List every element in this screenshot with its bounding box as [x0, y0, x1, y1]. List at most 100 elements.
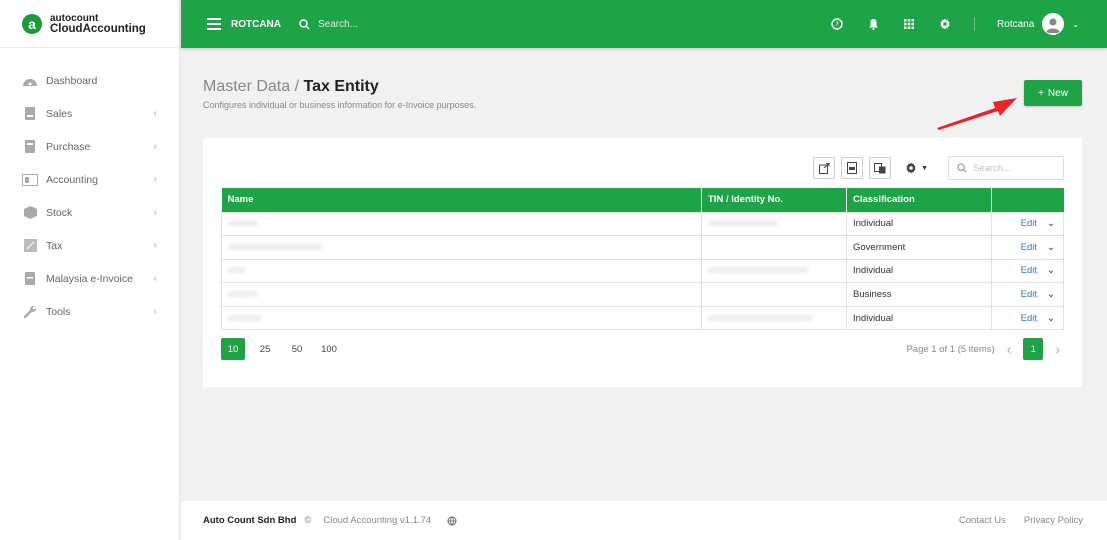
sidebar-item-dashboard[interactable]: Dashboard	[0, 64, 179, 97]
gear-icon	[906, 162, 916, 174]
column-header-actions	[991, 188, 1064, 212]
caret-down-icon: ▼	[921, 164, 928, 172]
sidebar-item-label: Accounting	[46, 173, 98, 186]
sidebar-item-label: Purchase	[46, 140, 91, 153]
sidebar-item-stock[interactable]: Stock ‹	[0, 196, 179, 229]
cell-tin-redacted	[701, 258, 847, 284]
sidebar-nav: Dashboard Sales ‹ Purchase ‹ Accounting …	[0, 48, 179, 328]
settings-dropdown[interactable]: ▼	[905, 162, 928, 174]
cell-classification: Individual	[846, 305, 992, 331]
footer-company: Auto Count Sdn Bhd	[203, 515, 297, 526]
edit-link[interactable]: Edit	[1021, 289, 1037, 300]
red-arrow-annotation	[937, 98, 1017, 130]
breadcrumb-parent[interactable]: Master Data /	[203, 78, 299, 95]
table-row[interactable]: Individual Edit ⌄	[221, 211, 1064, 237]
cell-name-redacted	[221, 305, 702, 331]
table-search-input[interactable]	[973, 162, 1053, 174]
page-title-text: Tax Entity	[303, 78, 379, 95]
company-name[interactable]: ROTCANA	[231, 19, 281, 30]
chevron-down-icon[interactable]: ⌄	[1047, 218, 1055, 229]
plus-icon: +	[1038, 87, 1044, 99]
cell-tin-redacted	[701, 235, 847, 260]
chevron-down-icon[interactable]: ⌄	[1047, 265, 1055, 276]
page-title: Master Data / Tax Entity	[203, 78, 476, 96]
column-header-classification[interactable]: Classification	[846, 188, 992, 212]
edit-link[interactable]: Edit	[1021, 242, 1037, 253]
dashboard-icon	[22, 74, 38, 88]
cell-actions: Edit ⌄	[991, 211, 1064, 237]
sidebar-item-malaysia-einvoice[interactable]: Malaysia e-Invoice ‹	[0, 262, 179, 295]
cell-actions: Edit ⌄	[991, 235, 1064, 260]
cell-name-redacted	[221, 235, 702, 260]
brand[interactable]: a autocount CloudAccounting	[0, 0, 179, 48]
stock-icon	[22, 206, 38, 220]
column-header-tin[interactable]: TIN / Identity No.	[701, 188, 847, 212]
cell-tin-redacted	[701, 211, 847, 237]
table-search[interactable]	[948, 156, 1064, 180]
pagination: Page 1 of 1 (5 items) ‹ 1 ›	[906, 338, 1060, 360]
privacy-policy-link[interactable]: Privacy Policy	[1024, 515, 1083, 526]
footer: Auto Count Sdn Bhd © Cloud Accounting v1…	[181, 501, 1107, 540]
chevron-down-icon[interactable]: ⌄	[1047, 313, 1055, 324]
bell-icon[interactable]	[866, 17, 880, 31]
main-content: Master Data / Tax Entity Configures indi…	[181, 48, 1107, 500]
sidebar-item-label: Dashboard	[46, 74, 98, 87]
chevron-left-icon: ‹	[153, 108, 157, 119]
sidebar-item-accounting[interactable]: Accounting ‹	[0, 163, 179, 196]
table-row[interactable]: Individual Edit ⌄	[221, 258, 1064, 284]
new-button[interactable]: + New	[1024, 80, 1082, 106]
cell-actions: Edit ⌄	[991, 258, 1064, 284]
page-size-50[interactable]: 50	[285, 338, 309, 360]
header-divider	[974, 17, 976, 31]
accounting-icon	[22, 173, 38, 187]
column-header-name[interactable]: Name	[221, 188, 702, 212]
user-menu[interactable]: Rotcana ⌄	[997, 13, 1079, 35]
page-subtitle: Configures individual or business inform…	[203, 100, 477, 110]
cell-tin-redacted	[701, 282, 847, 307]
page-info: Page 1 of 1 (5 items)	[906, 343, 995, 355]
menu-icon[interactable]	[207, 18, 221, 30]
global-search-placeholder: Search...	[318, 18, 359, 30]
sidebar-item-tax[interactable]: Tax ‹	[0, 229, 179, 262]
table-row[interactable]: Individual Edit ⌄	[221, 305, 1064, 331]
page-size-25[interactable]: 25	[253, 338, 277, 360]
contact-us-link[interactable]: Contact Us	[959, 515, 1006, 526]
export-button[interactable]	[813, 157, 836, 179]
table-row[interactable]: Government Edit ⌄	[221, 235, 1064, 260]
current-page-button[interactable]: 1	[1023, 338, 1044, 360]
cell-classification: Business	[846, 282, 992, 307]
sidebar-item-purchase[interactable]: Purchase ‹	[0, 130, 179, 163]
column-chooser-button[interactable]	[869, 157, 892, 179]
prev-page-icon[interactable]: ‹	[1007, 341, 1012, 357]
chevron-down-icon[interactable]: ⌄	[1047, 242, 1055, 253]
global-search[interactable]: Search...	[299, 19, 358, 30]
table-toolbar: ▼	[813, 156, 1064, 180]
username: Rotcana	[997, 18, 1035, 30]
page-size-100[interactable]: 100	[317, 338, 341, 360]
tax-icon	[22, 239, 38, 253]
table-row[interactable]: Business Edit ⌄	[221, 282, 1064, 307]
sidebar-item-tools[interactable]: Tools ‹	[0, 295, 179, 328]
purchase-icon	[22, 140, 38, 154]
cell-classification: Government	[846, 235, 992, 260]
edit-link[interactable]: Edit	[1021, 218, 1037, 229]
gear-icon[interactable]	[938, 17, 952, 31]
chevron-down-icon[interactable]: ⌄	[1047, 289, 1055, 300]
apps-grid-icon[interactable]	[902, 17, 916, 31]
edit-link[interactable]: Edit	[1021, 313, 1037, 324]
search-icon	[957, 163, 967, 173]
sidebar-item-sales[interactable]: Sales ‹	[0, 97, 179, 130]
tax-entity-card: ▼ Name TIN / Identity No. Classification	[203, 138, 1082, 387]
chevron-left-icon: ‹	[153, 174, 157, 185]
brand-bottom-text: CloudAccounting	[50, 22, 146, 35]
svg-text:?: ?	[835, 21, 839, 29]
globe-icon[interactable]	[447, 516, 457, 526]
sidebar-item-label: Malaysia e-Invoice	[46, 272, 133, 285]
footer-product-version: Cloud Accounting v1.1.74	[323, 515, 432, 526]
page-size-10[interactable]: 10	[221, 338, 245, 360]
sales-icon	[22, 107, 38, 121]
next-page-icon[interactable]: ›	[1055, 341, 1060, 357]
help-icon[interactable]: ?	[830, 17, 844, 31]
edit-link[interactable]: Edit	[1021, 265, 1037, 276]
export-csv-button[interactable]	[841, 157, 864, 179]
